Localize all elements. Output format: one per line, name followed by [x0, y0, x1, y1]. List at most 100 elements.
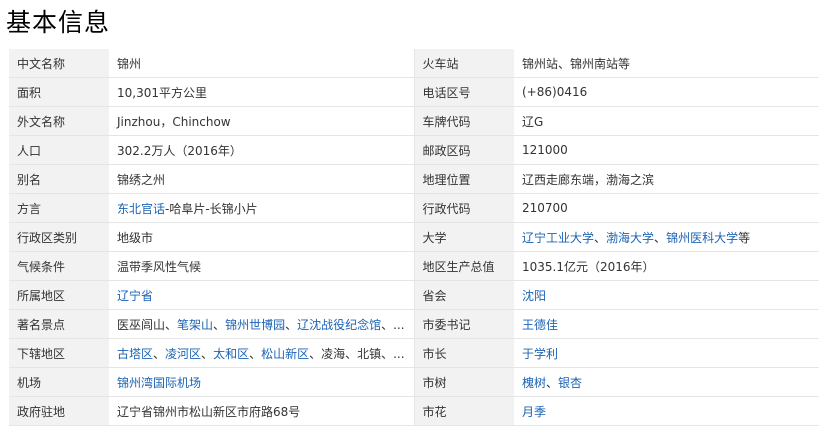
info-row: 下辖地区 古塔区、凌河区、太和区、松山新区、凌海、北镇、... 市长 于学利 [9, 338, 819, 368]
info-value: 锦州 [109, 49, 415, 78]
info-label: 地区生产总值 [414, 251, 514, 281]
info-value-link[interactable]: 辽沈战役纪念馆 [297, 318, 381, 332]
info-row: 面积 10,301平方公里 电话区号 (+86)0416 [9, 77, 819, 107]
info-value-link[interactable]: 凌河区 [165, 347, 201, 361]
info-value-text: 锦州站、锦州南站等 [522, 56, 631, 71]
info-value: (+86)0416 [514, 77, 819, 107]
info-value-text: 锦绣之州 [117, 172, 166, 187]
info-value-link[interactable]: 银杏 [558, 376, 582, 390]
info-value: 锦州湾国际机场 [109, 367, 415, 397]
info-value: 辽西走廊东端，渤海之滨 [514, 164, 819, 194]
info-value: 210700 [514, 193, 819, 223]
info-value-text: Jinzhou，Chinchow [117, 114, 231, 129]
info-row: 人口 302.2万人（2016年） 邮政区码 121000 [9, 135, 819, 165]
info-label: 行政代码 [414, 193, 514, 223]
info-label: 车牌代码 [414, 106, 514, 136]
info-value-link[interactable]: 笔架山 [177, 318, 213, 332]
info-label: 外文名称 [9, 106, 109, 136]
info-value-text: 210700 [522, 201, 568, 215]
info-label: 邮政区码 [414, 135, 514, 165]
info-label: 气候条件 [9, 251, 109, 281]
info-value-text: 辽宁省锦州市松山新区市府路68号 [117, 404, 301, 419]
info-row: 政府驻地 辽宁省锦州市松山新区市府路68号 市花 月季 [9, 396, 819, 426]
info-value-link[interactable]: 锦州医科大学 [666, 231, 738, 245]
info-label: 方言 [9, 193, 109, 223]
info-value-link[interactable]: 槐树 [522, 376, 546, 390]
info-row: 方言 东北官话-哈阜片-长锦小片 行政代码 210700 [9, 193, 819, 223]
info-row: 所属地区 辽宁省 省会 沈阳 [9, 280, 819, 310]
info-value: 辽宁省锦州市松山新区市府路68号 [109, 396, 415, 426]
info-value-text: 、 [201, 346, 214, 361]
info-value-text: 、 [285, 317, 298, 332]
info-row: 别名 锦绣之州 地理位置 辽西走廊东端，渤海之滨 [9, 164, 819, 194]
info-value-link[interactable]: 辽宁省 [117, 289, 153, 303]
info-label: 地理位置 [414, 164, 514, 194]
basic-info-table: 中文名称 锦州 火车站 锦州站、锦州南站等 面积 10,301平方公里 电话区号 (+86)0… [9, 49, 819, 426]
info-label: 人口 [9, 135, 109, 165]
info-value: 锦绣之州 [109, 164, 415, 194]
info-value-text: 辽G [522, 114, 544, 129]
info-row: 行政区类别 地级市 大学 辽宁工业大学、渤海大学、锦州医科大学等 [9, 222, 819, 252]
info-value-link[interactable]: 王德佳 [522, 318, 558, 332]
info-value: 302.2万人（2016年） [109, 135, 415, 165]
info-value-link[interactable]: 沈阳 [522, 289, 546, 303]
info-value: 月季 [514, 396, 819, 426]
info-value-text: 、 [654, 230, 667, 245]
info-value: 地级市 [109, 222, 415, 252]
info-value-link[interactable]: 于学利 [522, 347, 558, 361]
info-value-text: 、凌海、北镇、... [309, 346, 405, 361]
info-value-text: 、... [381, 317, 405, 332]
info-label: 市委书记 [414, 309, 514, 339]
info-value-link[interactable]: 辽宁工业大学 [522, 231, 594, 245]
info-value-link[interactable]: 古塔区 [117, 347, 153, 361]
info-label: 大学 [414, 222, 514, 252]
info-value-text: 、 [165, 317, 178, 332]
info-value-text: 辽西走廊东端，渤海之滨 [522, 172, 655, 187]
info-label: 中文名称 [9, 49, 109, 78]
info-label: 下辖地区 [9, 338, 109, 368]
info-value-text: 、 [546, 375, 559, 390]
info-label: 别名 [9, 164, 109, 194]
info-row: 外文名称 Jinzhou，Chinchow 车牌代码 辽G [9, 106, 819, 136]
info-value: 辽宁工业大学、渤海大学、锦州医科大学等 [514, 222, 819, 252]
info-value-text: 302.2万人（2016年） [117, 143, 242, 158]
info-label: 面积 [9, 77, 109, 107]
info-value-text: -哈阜片-长锦小片 [165, 201, 258, 216]
info-value: 于学利 [514, 338, 819, 368]
info-value-text: 、 [249, 346, 262, 361]
info-row: 中文名称 锦州 火车站 锦州站、锦州南站等 [9, 49, 819, 78]
info-label: 市花 [414, 396, 514, 426]
info-label: 市树 [414, 367, 514, 397]
info-value-text: 、 [153, 346, 166, 361]
info-value-link[interactable]: 松山新区 [261, 347, 309, 361]
info-value: 沈阳 [514, 280, 819, 310]
info-label: 行政区类别 [9, 222, 109, 252]
info-value: 医巫闾山、笔架山、锦州世博园、辽沈战役纪念馆、... [109, 309, 415, 339]
info-label: 著名景点 [9, 309, 109, 339]
info-value-text: (+86)0416 [522, 85, 588, 99]
info-label: 机场 [9, 367, 109, 397]
info-value-link[interactable]: 锦州世博园 [225, 318, 285, 332]
info-row: 著名景点 医巫闾山、笔架山、锦州世博园、辽沈战役纪念馆、... 市委书记 王德佳 [9, 309, 819, 339]
info-value: 锦州站、锦州南站等 [514, 49, 819, 78]
info-label: 市长 [414, 338, 514, 368]
info-value-text: 医巫闾山 [117, 317, 166, 332]
page-title: 基本信息 [6, 8, 111, 37]
info-value-text: 等 [738, 230, 751, 245]
info-value: Jinzhou，Chinchow [109, 106, 415, 136]
info-value-text: 1035.1亿元（2016年） [522, 259, 655, 274]
info-value-link[interactable]: 渤海大学 [606, 231, 654, 245]
info-value-link[interactable]: 东北官话 [117, 202, 165, 216]
info-label: 所属地区 [9, 280, 109, 310]
info-value-text: 温带季风性气候 [117, 259, 202, 274]
info-value-link[interactable]: 月季 [522, 405, 546, 419]
info-value-link[interactable]: 锦州湾国际机场 [117, 376, 201, 390]
info-value: 辽G [514, 106, 819, 136]
info-value-link[interactable]: 太和区 [213, 347, 249, 361]
info-label: 政府驻地 [9, 396, 109, 426]
info-value-text: 地级市 [117, 230, 154, 245]
info-value: 1035.1亿元（2016年） [514, 251, 819, 281]
info-label: 省会 [414, 280, 514, 310]
info-value-text: 、 [594, 230, 607, 245]
info-value: 辽宁省 [109, 280, 415, 310]
